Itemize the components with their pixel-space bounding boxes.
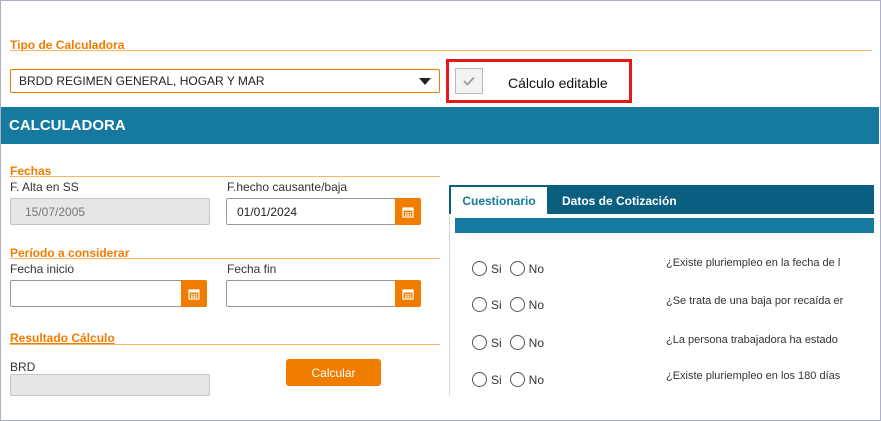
periodo-divider (10, 258, 440, 259)
calculo-editable-label: Cálculo editable (508, 75, 608, 91)
tipo-calculadora-value: BRDD REGIMEN GENERAL, HOGAR Y MAR (19, 74, 265, 88)
brd-label: BRD (10, 360, 36, 374)
bottom-margin (1, 396, 879, 419)
radio-no[interactable] (509, 261, 525, 276)
calendar-icon (188, 288, 200, 300)
hecho-causante-field[interactable]: 01/01/2024 (226, 198, 396, 225)
fecha-fin-calendar-button[interactable] (395, 280, 421, 307)
calculadora-title: CALCULADORA (9, 117, 126, 134)
fecha-fin-label: Fecha fin (227, 262, 277, 276)
tipo-divider (10, 50, 872, 51)
question-text-2: ¿Se trata de una baja por recaída er (666, 295, 844, 307)
fecha-inicio-label: Fecha inicio (10, 262, 75, 276)
radio-no-label: No (528, 261, 545, 276)
tab-cuestionario[interactable]: Cuestionario (451, 187, 547, 214)
alta-ss-label: F. Alta en SS (10, 180, 79, 194)
alta-ss-field: 15/07/2005 (10, 198, 210, 225)
question-text-3: ¿La persona trabajadora ha estado (666, 334, 838, 346)
chevron-down-icon (419, 77, 431, 85)
tab-datos-cotizacion[interactable]: Datos de Cotización (562, 187, 677, 214)
question-row-2: Si No (472, 297, 544, 312)
radio-no-label: No (528, 297, 545, 312)
alta-ss-value: 15/07/2005 (25, 204, 86, 219)
question-text-1: ¿Existe pluriempleo en la fecha de l (666, 257, 841, 269)
radio-si[interactable] (472, 261, 487, 276)
radio-no-label: No (528, 335, 545, 350)
calculo-editable-checkbox[interactable] (455, 68, 483, 94)
hecho-causante-calendar-button[interactable] (395, 198, 421, 225)
calcular-button[interactable]: Calcular (286, 359, 381, 386)
radio-si-label: Si (491, 335, 502, 350)
hecho-causante-label: F.hecho causante/baja (227, 180, 348, 194)
panel-left-border (449, 214, 450, 396)
hecho-causante-value: 01/01/2024 (237, 204, 298, 219)
radio-si[interactable] (472, 335, 487, 350)
brd-field (10, 374, 210, 396)
radio-no[interactable] (509, 335, 525, 350)
calculadora-banner: CALCULADORA (1, 107, 879, 144)
calendar-icon (402, 206, 414, 218)
tipo-calculadora-select[interactable]: BRDD REGIMEN GENERAL, HOGAR Y MAR (10, 69, 440, 93)
resultado-divider (10, 344, 440, 345)
question-row-3: Si No (472, 335, 544, 350)
resultado-title: Resultado Cálculo (10, 331, 115, 345)
radio-no[interactable] (509, 372, 525, 387)
question-text-4: ¿Existe pluriempleo en los 180 días (666, 370, 841, 382)
radio-si-label: Si (491, 297, 502, 312)
question-row-1: Si No (472, 261, 544, 276)
radio-si-label: Si (491, 372, 502, 387)
radio-si[interactable] (472, 297, 487, 312)
radio-si-label: Si (491, 261, 502, 276)
fechas-divider (10, 176, 440, 177)
fecha-inicio-field[interactable] (10, 280, 182, 307)
calendar-icon (402, 288, 414, 300)
fecha-inicio-calendar-button[interactable] (181, 280, 207, 307)
check-icon (463, 76, 475, 86)
fecha-fin-field[interactable] (226, 280, 396, 307)
tab-content-header (455, 218, 874, 233)
radio-si[interactable] (472, 372, 487, 387)
radio-no[interactable] (509, 297, 525, 312)
question-row-4: Si No (472, 372, 544, 387)
radio-no-label: No (528, 372, 545, 387)
